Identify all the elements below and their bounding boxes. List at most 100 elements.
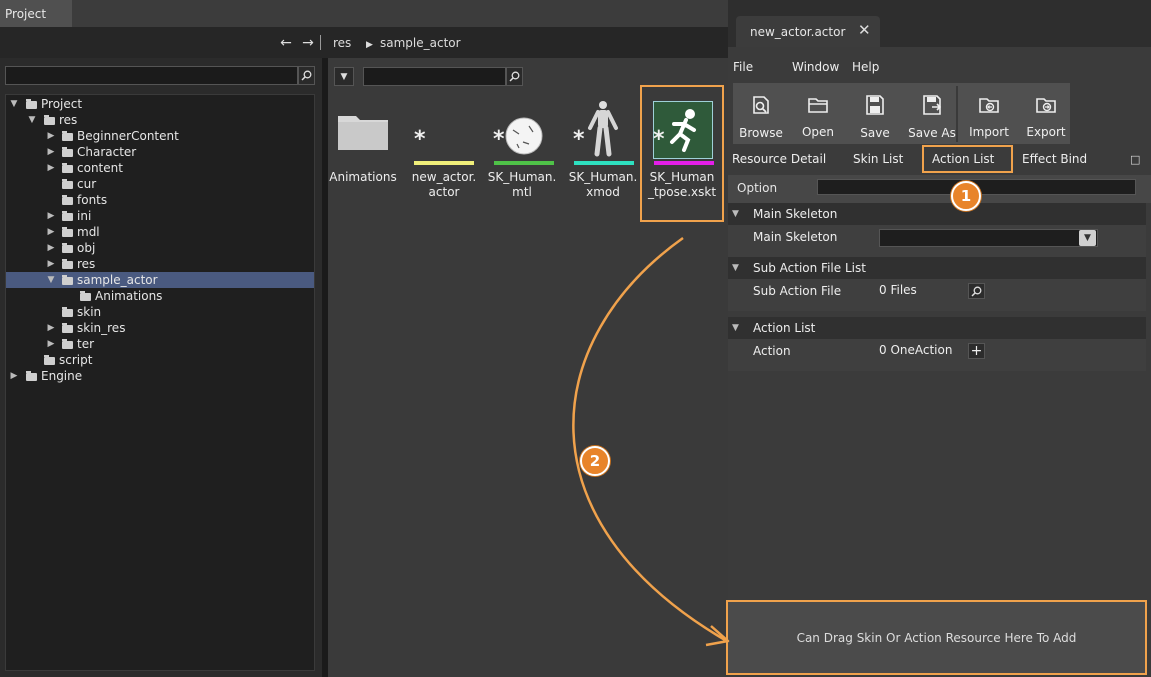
project-tree: ▼ Project ▼ res ▶ BeginnerContent ▶ Characte… <box>5 94 315 671</box>
chevron-down-icon[interactable]: ▼ <box>1079 230 1096 246</box>
section-collapse-icon: ▼ <box>732 209 739 219</box>
collapse-arrow-icon[interactable]: ▶ <box>46 240 56 256</box>
folder-icon <box>62 131 73 141</box>
asset-search-input[interactable] <box>363 67 506 86</box>
tree-item-label: content <box>77 161 123 175</box>
add-action-button[interactable]: + <box>968 343 985 359</box>
field-label: Action <box>753 344 791 358</box>
expand-arrow-icon[interactable]: ▼ <box>9 96 19 112</box>
tree-item-content[interactable]: ▶ content <box>6 160 314 176</box>
expand-arrow-icon[interactable]: ▼ <box>46 272 56 288</box>
breadcrumb-item-res[interactable]: res <box>333 35 351 51</box>
tree-item-res-sub[interactable]: ▶ res <box>6 256 314 272</box>
open-button[interactable]: Open <box>790 84 846 144</box>
tab-project[interactable]: Project <box>0 0 72 27</box>
tree-item-skin[interactable]: skin <box>6 304 314 320</box>
folder-icon <box>26 99 37 109</box>
tree-item-res[interactable]: ▼ res <box>6 112 314 128</box>
close-icon[interactable]: ✕ <box>858 22 872 38</box>
section-main-skeleton[interactable]: ▼ Main Skeleton <box>728 203 1146 225</box>
collapse-arrow-icon[interactable]: ▶ <box>9 368 19 384</box>
asset-sk-human-xmod[interactable]: * SK_Human.xmod <box>567 100 637 210</box>
tree-item-project[interactable]: ▼ Project <box>6 96 314 112</box>
import-button[interactable]: Import <box>961 84 1017 144</box>
section-sub-action-file-list[interactable]: ▼ Sub Action File List <box>728 257 1146 279</box>
main-skeleton-dropdown[interactable] <box>879 229 1098 247</box>
tab-skin-list[interactable]: Skin List <box>853 152 903 166</box>
toolbar-separator <box>956 86 958 142</box>
collapse-arrow-icon[interactable]: ▶ <box>46 336 56 352</box>
folder-icon <box>62 227 73 237</box>
section-collapse-icon: ▼ <box>732 323 739 333</box>
asset-new-actor[interactable]: * new_actor.actor <box>408 100 478 210</box>
search-icon <box>509 71 520 82</box>
menu-window[interactable]: Window <box>792 60 839 74</box>
sub-action-search-button[interactable] <box>968 283 985 299</box>
section-collapse-icon: ▼ <box>732 263 739 273</box>
asset-label: new_actor.actor <box>411 170 477 199</box>
tree-item-script[interactable]: script <box>6 352 314 368</box>
tree-item-label: res <box>59 113 78 127</box>
tree-item-engine[interactable]: ▶ Engine <box>6 368 314 384</box>
tree-item-sample-actor[interactable]: ▼ sample_actor <box>6 272 314 288</box>
tab-effect-bind[interactable]: Effect Bind <box>1022 152 1087 166</box>
tree-item-fonts[interactable]: fonts <box>6 192 314 208</box>
pin-icon[interactable]: □ <box>1130 153 1144 167</box>
tree-search-button[interactable] <box>298 66 315 85</box>
tree-item-ini[interactable]: ▶ ini <box>6 208 314 224</box>
project-tab-bar <box>0 0 728 27</box>
field-label: Main Skeleton <box>753 230 838 244</box>
tree-item-label: mdl <box>77 225 100 239</box>
toolbar-label: Export <box>1026 125 1066 139</box>
tree-item-skin-res[interactable]: ▶ skin_res <box>6 320 314 336</box>
forward-arrow-icon[interactable]: → <box>300 35 316 51</box>
save-button[interactable]: Save <box>847 84 903 144</box>
tree-item-beginnercontent[interactable]: ▶ BeginnerContent <box>6 128 314 144</box>
tab-resource-detail[interactable]: Resource Detail <box>732 152 826 166</box>
tree-item-character[interactable]: ▶ Character <box>6 144 314 160</box>
plus-icon: + <box>970 343 983 359</box>
section-action-list[interactable]: ▼ Action List <box>728 317 1146 339</box>
back-arrow-icon[interactable]: ← <box>278 35 294 51</box>
export-button[interactable]: Export <box>1018 84 1074 144</box>
drop-zone[interactable]: Can Drag Skin Or Action Resource Here To… <box>726 600 1147 675</box>
toolbar-label: Import <box>969 125 1009 139</box>
collapse-arrow-icon[interactable]: ▶ <box>46 144 56 160</box>
tree-item-label: BeginnerContent <box>77 129 179 143</box>
asset-animations-folder[interactable]: Animations <box>328 100 398 210</box>
export-icon <box>1036 98 1056 113</box>
collapse-arrow-icon[interactable]: ▶ <box>46 160 56 176</box>
asset-label: SK_Human.xmod <box>568 170 638 199</box>
tree-item-label: script <box>59 353 93 367</box>
folder-icon <box>44 355 55 365</box>
folder-icon <box>44 115 55 125</box>
tree-item-label: fonts <box>77 193 108 207</box>
save-as-button[interactable]: Save As <box>904 84 960 144</box>
expand-arrow-icon[interactable]: ▼ <box>27 112 37 128</box>
collapse-arrow-icon[interactable]: ▶ <box>46 208 56 224</box>
collapse-arrow-icon[interactable]: ▶ <box>46 224 56 240</box>
menu-file[interactable]: File <box>733 60 753 74</box>
browse-icon <box>753 96 769 114</box>
collapse-arrow-icon[interactable]: ▶ <box>46 128 56 144</box>
tree-item-label: Engine <box>41 369 83 383</box>
search-icon <box>301 70 312 81</box>
folder-icon <box>338 116 388 150</box>
tree-search-input[interactable] <box>5 66 298 85</box>
collapse-arrow-icon[interactable]: ▶ <box>46 256 56 272</box>
tree-item-ter[interactable]: ▶ ter <box>6 336 314 352</box>
tree-item-animations[interactable]: Animations <box>6 288 314 304</box>
browse-button[interactable]: Browse <box>733 84 789 144</box>
asset-search-button[interactable] <box>506 67 523 86</box>
menu-help[interactable]: Help <box>852 60 879 74</box>
asset-sk-human-mtl[interactable]: * SK_Human.mtl <box>487 100 557 210</box>
breadcrumb-item-sample-actor[interactable]: sample_actor <box>380 35 461 51</box>
search-icon <box>971 286 982 297</box>
tree-item-obj[interactable]: ▶ obj <box>6 240 314 256</box>
collapse-arrow-icon[interactable]: ▶ <box>46 320 56 336</box>
tree-item-mdl[interactable]: ▶ mdl <box>6 224 314 240</box>
navigation-bar <box>0 27 728 58</box>
tree-item-cur[interactable]: cur <box>6 176 314 192</box>
filter-dropdown[interactable]: ▼ <box>334 67 354 86</box>
action-row: Action 0 OneAction <box>728 339 1146 371</box>
